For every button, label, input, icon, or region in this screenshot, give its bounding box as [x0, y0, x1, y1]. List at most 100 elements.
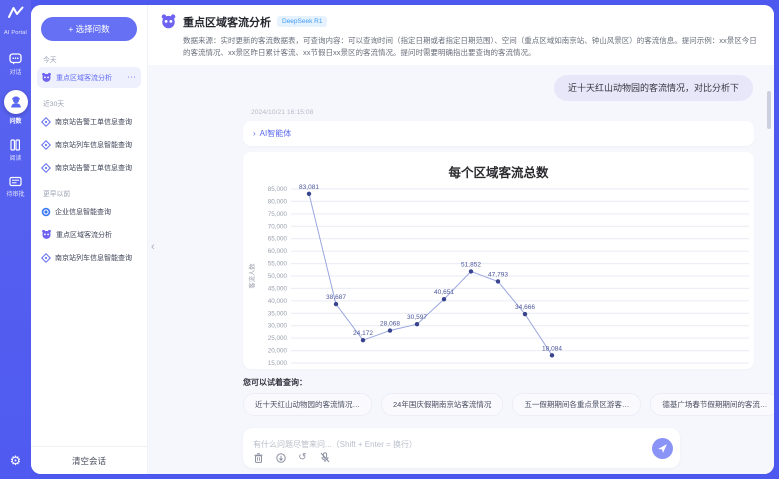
- sidebar-spacer: [31, 269, 147, 446]
- history-item-label: 重点区域客流分析: [56, 230, 137, 240]
- svg-text:45,000: 45,000: [268, 285, 288, 292]
- reading-icon: [9, 139, 22, 151]
- svg-text:60,000: 60,000: [268, 248, 288, 255]
- suggestion-chip[interactable]: 近十天红山动物园的客流情况…: [243, 393, 372, 416]
- svg-text:25,000: 25,000: [268, 335, 288, 342]
- undo-icon[interactable]: ↺: [297, 452, 308, 463]
- history-item-active[interactable]: 重点区域客流分析 ⋯: [37, 67, 141, 88]
- chevron-right-icon: ›: [253, 129, 256, 138]
- history-item-label: 南京站告警工单信息查询: [55, 117, 137, 127]
- rail-item-label: 待审批: [6, 189, 24, 198]
- history-item[interactable]: 企业信息智能查询: [37, 201, 141, 222]
- history-item-label: 南京站告警工单信息查询: [55, 163, 137, 173]
- history-item-label: 企业信息智能查询: [55, 207, 137, 217]
- ask-data-icon: [4, 90, 28, 114]
- approval-icon: [9, 176, 22, 187]
- svg-text:65,000: 65,000: [268, 236, 288, 243]
- rail-item-label: 阅读: [9, 153, 21, 162]
- page-title: 重点区域客流分析: [183, 14, 271, 30]
- app-logo: AI Portal: [4, 6, 27, 39]
- svg-text:51,852: 51,852: [461, 261, 481, 268]
- history-item[interactable]: 重点区域客流分析: [37, 224, 141, 245]
- agent-avatar: [160, 13, 177, 30]
- svg-text:34,666: 34,666: [515, 304, 535, 311]
- nav-rail: AI Portal 对话 问数 阅读: [0, 0, 31, 479]
- model-badge: DeepSeek R1: [277, 16, 327, 27]
- agent-avatar-icon: [41, 229, 52, 240]
- message-timestamp: 2024/10/21 16:15:08: [251, 109, 774, 116]
- svg-text:55,000: 55,000: [268, 261, 288, 268]
- svg-text:30,597: 30,597: [407, 314, 427, 321]
- scrollbar-thumb[interactable]: [767, 91, 771, 129]
- svg-text:85,000: 85,000: [268, 186, 288, 193]
- suggestion-chip[interactable]: 五一假期期间各重点景区游客…: [512, 393, 641, 416]
- chart-title: 每个区域客流总数: [245, 162, 752, 181]
- svg-text:47,793: 47,793: [488, 271, 508, 278]
- svg-text:24,172: 24,172: [353, 330, 373, 337]
- chart-card: 每个区域客流总数 85,000 80,000 75,000 70,000 65,000 6…: [243, 152, 754, 369]
- rail-item-label: 对话: [9, 67, 21, 76]
- history-item-label: 南京站列车信息智能查询: [55, 253, 137, 263]
- main-area: 重点区域客流分析 DeepSeek R1 数据来源：实时更新的客流数据表，可查询…: [148, 5, 774, 474]
- svg-text:28,068: 28,068: [380, 321, 400, 328]
- rail-item-chat[interactable]: 对话: [9, 53, 22, 76]
- compass-icon: [41, 253, 51, 263]
- svg-text:40,651: 40,651: [434, 289, 454, 296]
- logo-text: AI Portal: [4, 30, 27, 36]
- collapse-sidebar-icon[interactable]: ‹: [151, 241, 155, 253]
- mic-off-icon[interactable]: [319, 452, 330, 463]
- section-label-30days: 近30天: [43, 98, 147, 108]
- section-label-today: 今天: [43, 54, 147, 64]
- svg-text:20,000: 20,000: [268, 348, 288, 355]
- select-dataset-button[interactable]: + 选择问数: [41, 17, 137, 41]
- send-button[interactable]: [652, 438, 673, 459]
- message-input[interactable]: [253, 440, 613, 449]
- svg-text:35,000: 35,000: [268, 310, 288, 317]
- rail-item-approval[interactable]: 待审批: [6, 176, 24, 198]
- svg-text:83,081: 83,081: [299, 184, 319, 191]
- suggestion-chip[interactable]: 24年国庆假期南京站客流情况: [381, 393, 503, 416]
- svg-text:30,000: 30,000: [268, 323, 288, 330]
- compass-icon: [41, 163, 51, 173]
- section-label-earlier: 更早以前: [43, 188, 147, 198]
- suggestion-chip[interactable]: 德基广场春节假期期间的客流…: [650, 393, 774, 416]
- svg-text:80,000: 80,000: [268, 198, 288, 205]
- agent-avatar-icon: [41, 72, 52, 83]
- agent-description: 数据来源：实时更新的客流数据表，可查询内容：可以查询时间（指定日期或者指定日期范…: [183, 35, 758, 59]
- svg-text:18,084: 18,084: [542, 345, 562, 352]
- rail-item-ask-data[interactable]: 问数: [4, 90, 28, 125]
- compass-icon: [41, 117, 51, 127]
- history-item-label: 重点区域客流分析: [56, 73, 123, 83]
- suggestion-chips: 近十天红山动物园的客流情况… 24年国庆假期南京站客流情况 五一假期期间各重点景…: [243, 393, 754, 416]
- history-item[interactable]: 南京站告警工单信息查询: [37, 111, 141, 132]
- more-icon[interactable]: ⋯: [127, 72, 137, 83]
- message-composer: ↺: [243, 428, 680, 468]
- history-item[interactable]: 南京站列车信息智能查询: [37, 247, 141, 268]
- agent-toggle-label: AI智能体: [260, 128, 292, 139]
- svg-text:38,687: 38,687: [326, 294, 346, 301]
- svg-text:客流人数: 客流人数: [247, 263, 256, 289]
- clear-session-button[interactable]: 清空会话: [31, 446, 147, 474]
- history-sidebar: + 选择问数 今天 重点区域客流分析 ⋯ 近30天 南京站告警工单信息查询: [31, 5, 148, 474]
- agent-toggle-bar[interactable]: › AI智能体: [243, 121, 754, 146]
- trash-icon[interactable]: [253, 452, 264, 463]
- chat-area: ‹ 近十天红山动物园的客流情况，对比分析下 2024/10/21 16:15:0…: [148, 65, 774, 474]
- compass-icon: [41, 140, 51, 150]
- gear-icon[interactable]: ⚙: [10, 453, 22, 469]
- svg-text:70,000: 70,000: [268, 223, 288, 230]
- line-chart: 85,000 80,000 75,000 70,000 65,000 60,000 55,0…: [245, 181, 754, 367]
- suggestions-label: 您可以试着查询：: [243, 377, 774, 388]
- history-item[interactable]: 南京站列车信息智能查询: [37, 134, 141, 155]
- svg-text:50,000: 50,000: [268, 273, 288, 280]
- svg-text:75,000: 75,000: [268, 211, 288, 218]
- rail-item-label: 问数: [9, 116, 21, 125]
- logo-icon: [7, 6, 25, 19]
- globe-icon: [41, 207, 51, 217]
- history-item[interactable]: 南京站告警工单信息查询: [37, 157, 141, 178]
- chat-icon: [9, 53, 22, 65]
- app-panel: + 选择问数 今天 重点区域客流分析 ⋯ 近30天 南京站告警工单信息查询: [31, 5, 774, 474]
- history-download-icon[interactable]: [275, 452, 286, 463]
- rail-item-reading[interactable]: 阅读: [9, 139, 22, 162]
- svg-text:40,000: 40,000: [268, 298, 288, 305]
- user-message-bubble: 近十天红山动物园的客流情况，对比分析下: [554, 75, 753, 101]
